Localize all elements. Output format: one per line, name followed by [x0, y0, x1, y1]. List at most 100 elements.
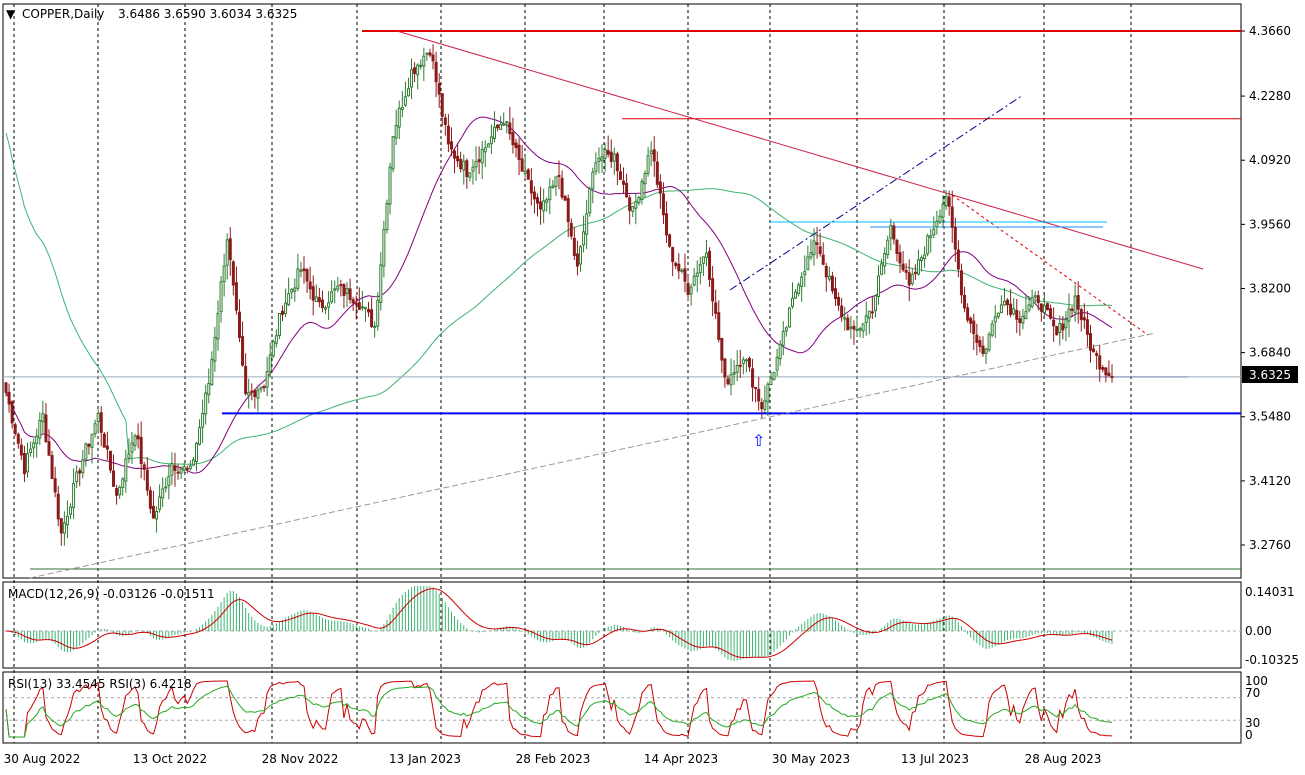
candle-body — [244, 365, 248, 394]
candle-body — [830, 275, 834, 292]
candle-body — [539, 201, 543, 210]
candle-body — [1055, 326, 1059, 336]
candle-body — [880, 263, 884, 275]
symbol-label: COPPER,Daily — [22, 7, 104, 21]
candle-body — [425, 52, 429, 55]
candle-body — [923, 254, 927, 260]
candle-body — [652, 149, 656, 162]
symbol-dropdown-icon[interactable]: ▼ — [6, 7, 16, 21]
candle-body — [714, 302, 718, 314]
price-tick-label: 3.5480 — [1249, 410, 1291, 424]
candle-body — [726, 378, 730, 385]
macd-label: MACD(12,26,9) -0.03126 -0.01511 — [8, 587, 215, 601]
candle-body — [222, 265, 226, 283]
candle-body — [13, 424, 17, 435]
candle-body — [649, 150, 653, 155]
candle-body — [1045, 303, 1049, 311]
time-tick-label: 30 Aug 2022 — [4, 752, 81, 766]
candle-body — [523, 170, 527, 174]
candle-body — [821, 254, 825, 265]
candle-body — [259, 386, 263, 390]
candle-body — [151, 505, 155, 519]
candle-body — [800, 276, 804, 287]
candle-body — [158, 496, 162, 510]
candle-body — [293, 287, 297, 292]
candle-body — [391, 136, 395, 170]
candle-body — [809, 252, 813, 258]
candle-body — [499, 124, 503, 130]
candle-body — [551, 185, 555, 188]
candle-body — [760, 402, 764, 410]
candle-body — [625, 182, 629, 198]
candle-body — [271, 341, 275, 357]
candle-body — [834, 288, 837, 300]
candle-body — [422, 55, 426, 67]
candle-body — [1009, 303, 1013, 315]
candle-body — [723, 358, 727, 378]
chart-canvas[interactable]: 30 Aug 2022 13 Oct 2022 28 Nov 2022 13 Jan … — [0, 0, 1305, 771]
candle-body — [827, 275, 831, 280]
candle-body — [1002, 300, 1006, 306]
candle-body — [913, 271, 917, 274]
candle-body — [883, 253, 887, 267]
candle-body — [324, 307, 328, 310]
candle-body — [545, 199, 549, 203]
candle-body — [225, 239, 229, 266]
price-tick-label: 3.9560 — [1249, 217, 1291, 231]
candle-body — [250, 390, 254, 393]
candle-body — [846, 317, 850, 331]
time-tick-label: 13 Jul 2023 — [901, 752, 969, 766]
candle-body — [996, 312, 1000, 318]
candle-body — [108, 450, 112, 471]
candle-body — [683, 268, 687, 282]
candle-body — [431, 54, 435, 62]
candle-body — [969, 317, 973, 324]
candle-body — [173, 465, 177, 471]
rsi13-line — [5, 685, 1113, 738]
candle-body — [735, 364, 739, 373]
candle-body — [302, 268, 306, 272]
candle-body — [449, 141, 453, 150]
candle-body — [1012, 308, 1016, 315]
candle-body — [981, 345, 985, 355]
candle-body — [575, 253, 579, 267]
candle-body — [686, 283, 690, 295]
current-price-text: 3.6325 — [1249, 368, 1291, 382]
candle-body — [895, 239, 899, 254]
candle-body — [1082, 317, 1086, 321]
candle-body — [419, 64, 423, 67]
candle-body — [953, 226, 957, 250]
candle-body — [754, 386, 758, 390]
candle-body — [96, 412, 100, 423]
candle-body — [47, 441, 51, 456]
candle-body — [1021, 315, 1025, 324]
candle-body — [348, 288, 352, 300]
candle-body — [388, 166, 392, 205]
candle-body — [1036, 295, 1040, 304]
candle-body — [579, 246, 583, 265]
candle-body — [840, 305, 844, 318]
candle-body — [308, 281, 312, 290]
candle-body — [317, 297, 321, 303]
candle-body — [256, 389, 260, 399]
time-tick-label: 28 Feb 2023 — [516, 752, 591, 766]
candle-body — [655, 161, 659, 185]
candle-body — [99, 412, 103, 433]
candle-body — [167, 475, 171, 486]
candle-body — [287, 293, 291, 306]
chart-window[interactable]: 30 Aug 2022 13 Oct 2022 28 Nov 2022 13 Jan … — [0, 0, 1305, 771]
trendlines[interactable] — [3, 30, 1241, 579]
candle-body — [489, 136, 493, 145]
main-pane-frame — [2, 3, 1242, 579]
candle-body — [984, 348, 988, 354]
candle-body — [609, 151, 613, 162]
candle-body — [148, 490, 152, 509]
candle-body — [744, 359, 748, 362]
candle-body — [935, 220, 939, 228]
candle-body — [520, 158, 524, 172]
candle-body — [873, 295, 877, 312]
candle-body — [612, 153, 616, 162]
candle-body — [784, 327, 788, 332]
candle-body — [1024, 310, 1028, 320]
candle-body — [327, 302, 331, 308]
